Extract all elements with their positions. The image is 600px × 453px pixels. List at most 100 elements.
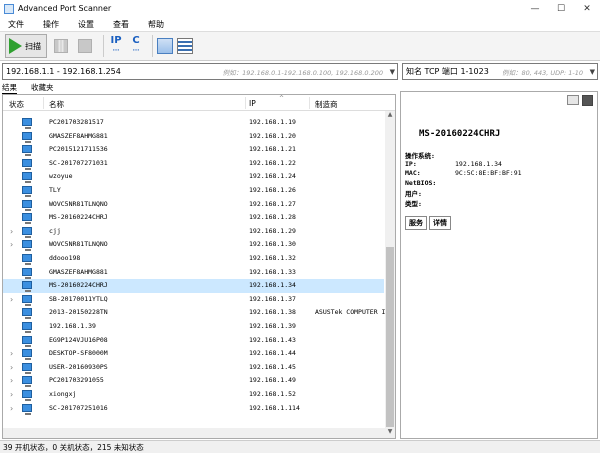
table-row[interactable]: › SC-201707251016 192.168.1.114	[3, 402, 384, 416]
menu-view[interactable]: 查看	[113, 19, 129, 30]
column-divider[interactable]	[43, 97, 44, 109]
chevron-down-icon[interactable]: ▼	[390, 68, 395, 76]
menu-help[interactable]: 帮助	[148, 19, 164, 30]
computer-icon	[22, 376, 32, 388]
minimize-icon[interactable]: —	[522, 0, 548, 17]
menu-action[interactable]: 操作	[43, 19, 59, 30]
column-vendor[interactable]: 制造商	[315, 99, 338, 110]
column-ip[interactable]: IP	[249, 99, 256, 108]
stop-button[interactable]	[75, 34, 95, 58]
scroll-down-icon[interactable]: ▼	[385, 428, 395, 438]
table-row[interactable]: › WOVC5NR81TLNQNO 192.168.1.30	[3, 238, 384, 252]
table-row[interactable]: 2013-20150228TN 192.168.1.38 ASUSTek COMPU…	[3, 306, 393, 320]
row-ip: 192.168.1.39	[249, 322, 296, 330]
row-name: 192.168.1.39	[49, 322, 96, 330]
list-view-button[interactable]	[177, 34, 193, 58]
ip-icon: IP ···	[110, 35, 122, 55]
services-button[interactable]: 服务	[405, 216, 427, 230]
computer-icon	[22, 131, 32, 143]
row-ip: 192.168.1.28	[249, 213, 296, 222]
chevron-right-icon[interactable]: ›	[10, 376, 13, 385]
row-name: WOVC5NR81TLNQNO	[49, 240, 108, 249]
pause-button[interactable]	[51, 34, 71, 58]
chevron-right-icon[interactable]: ›	[10, 349, 13, 358]
maximize-icon[interactable]: ☐	[548, 0, 574, 17]
save-icon[interactable]	[582, 95, 593, 106]
menu-bar: 文件 操作 设置 查看 帮助	[0, 17, 600, 31]
scrollbar-thumb[interactable]	[386, 247, 394, 427]
chevron-right-icon[interactable]: ›	[10, 295, 13, 304]
table-row[interactable]: GMASZEF8AHMG881 192.168.1.20	[3, 130, 384, 144]
table-row[interactable]: MS-20160224CHRJ 192.168.1.34	[3, 279, 384, 293]
ip-class-button[interactable]: IP ···	[108, 34, 124, 58]
row-name: ddooo198	[49, 254, 81, 262]
scan-button[interactable]: 扫描	[5, 34, 47, 58]
chevron-right-icon[interactable]: ›	[10, 227, 13, 236]
column-name[interactable]: 名称	[49, 99, 64, 110]
detail-value: 9C:5C:8E:BF:BF:91	[455, 169, 522, 177]
row-name: 2013-20150228TN	[49, 308, 108, 317]
table-row[interactable]: › xiongxj 192.168.1.52	[3, 388, 384, 402]
chevron-right-icon[interactable]: ›	[10, 240, 13, 249]
table-row[interactable]: › cjj 192.168.1.29	[3, 225, 384, 239]
chevron-down-icon[interactable]: ▼	[590, 68, 595, 76]
class-c-button[interactable]: C ···	[128, 34, 144, 58]
computer-icon	[22, 322, 32, 333]
scroll-up-icon[interactable]: ▲	[385, 111, 395, 121]
row-ip: 192.168.1.21	[249, 145, 296, 154]
table-row[interactable]: MS-20160224CHRJ 192.168.1.28	[3, 211, 384, 225]
ip-range-input[interactable]: 192.168.1.1 - 192.168.1.254 例如：192.168.0…	[2, 63, 398, 80]
column-divider[interactable]	[245, 97, 246, 109]
row-name: USER-20160930PS	[49, 362, 108, 371]
close-icon[interactable]: ✕	[574, 0, 600, 17]
table-row[interactable]: wzoyue 192.168.1.24	[3, 170, 384, 184]
computer-icon	[22, 186, 32, 197]
toolbar-separator-2	[152, 35, 153, 57]
chevron-right-icon[interactable]: ›	[10, 363, 13, 372]
row-name: MS-20160224CHRJ	[49, 213, 108, 222]
table-row[interactable]: › PC201703291055 192.168.1.49	[3, 374, 384, 388]
ip-range-value: 192.168.1.1 - 192.168.1.254	[6, 67, 121, 76]
network-view-button[interactable]	[157, 34, 173, 58]
row-name: PC201703291055	[49, 376, 104, 385]
print-icon[interactable]	[567, 95, 579, 105]
chevron-right-icon[interactable]: ›	[10, 390, 13, 399]
table-row[interactable]: › SB-20170011YTLQ 192.168.1.37	[3, 293, 384, 307]
column-status[interactable]: 状态	[9, 99, 24, 110]
result-tabs: 结果 收藏夹	[2, 82, 68, 94]
computer-icon	[22, 199, 32, 211]
table-row[interactable]: 192.168.1.39 192.168.1.39	[3, 320, 384, 334]
menu-settings[interactable]: 设置	[78, 19, 94, 30]
table-row[interactable]: › DESKTOP-SF8000M 192.168.1.44	[3, 347, 384, 361]
table-row[interactable]: SC-201707271031 192.168.1.22	[3, 157, 384, 171]
computer-icon	[22, 267, 32, 279]
row-name: GMASZEF8AHMG881	[49, 267, 108, 276]
vertical-scrollbar[interactable]: ▲ ▼	[385, 111, 395, 438]
table-row[interactable]: PC201703281517 192.168.1.19	[3, 116, 384, 130]
row-ip: 192.168.1.114	[249, 403, 300, 412]
tab-results[interactable]: 结果	[2, 82, 17, 94]
column-divider[interactable]	[309, 97, 310, 109]
table-row[interactable]: WOVC5NR81TLNQNO 192.168.1.27	[3, 198, 384, 212]
table-row[interactable]: ddooo198 192.168.1.32	[3, 252, 384, 266]
port-input[interactable]: 知名 TCP 端口 1-1023 例如：80, 443, UDP: 1-10 ▼	[402, 63, 598, 80]
table-row[interactable]: EG9P124VJU16P08 192.168.1.43	[3, 334, 384, 348]
tab-favorites[interactable]: 收藏夹	[31, 82, 54, 94]
row-ip: 192.168.1.22	[249, 158, 296, 167]
table-row[interactable]: › USER-20160930PS 192.168.1.45	[3, 361, 384, 375]
details-panel: MS-20160224CHRJ 操作系统: IP: 192.168.1.34 MAC:…	[400, 91, 598, 439]
table-row[interactable]: PC2015121711536 192.168.1.21	[3, 143, 384, 157]
toolbar: 扫描 IP ··· C ···	[0, 31, 600, 61]
menu-file[interactable]: 文件	[8, 19, 24, 30]
table-row[interactable]: TLY 192.168.1.26	[3, 184, 384, 198]
table-row[interactable]: GMASZEF8AHMG881 192.168.1.33	[3, 266, 384, 280]
pause-icon	[54, 39, 68, 53]
row-name: PC201703281517	[49, 118, 104, 126]
horizontal-scrollbar[interactable]	[3, 428, 385, 438]
chevron-right-icon[interactable]: ›	[10, 404, 13, 413]
details-button[interactable]: 详情	[429, 216, 451, 230]
computer-icon	[22, 308, 32, 320]
row-name: PC2015121711536	[49, 145, 108, 154]
row-ip: 192.168.1.34	[249, 281, 296, 290]
detail-row: IP: 192.168.1.34	[405, 160, 502, 168]
